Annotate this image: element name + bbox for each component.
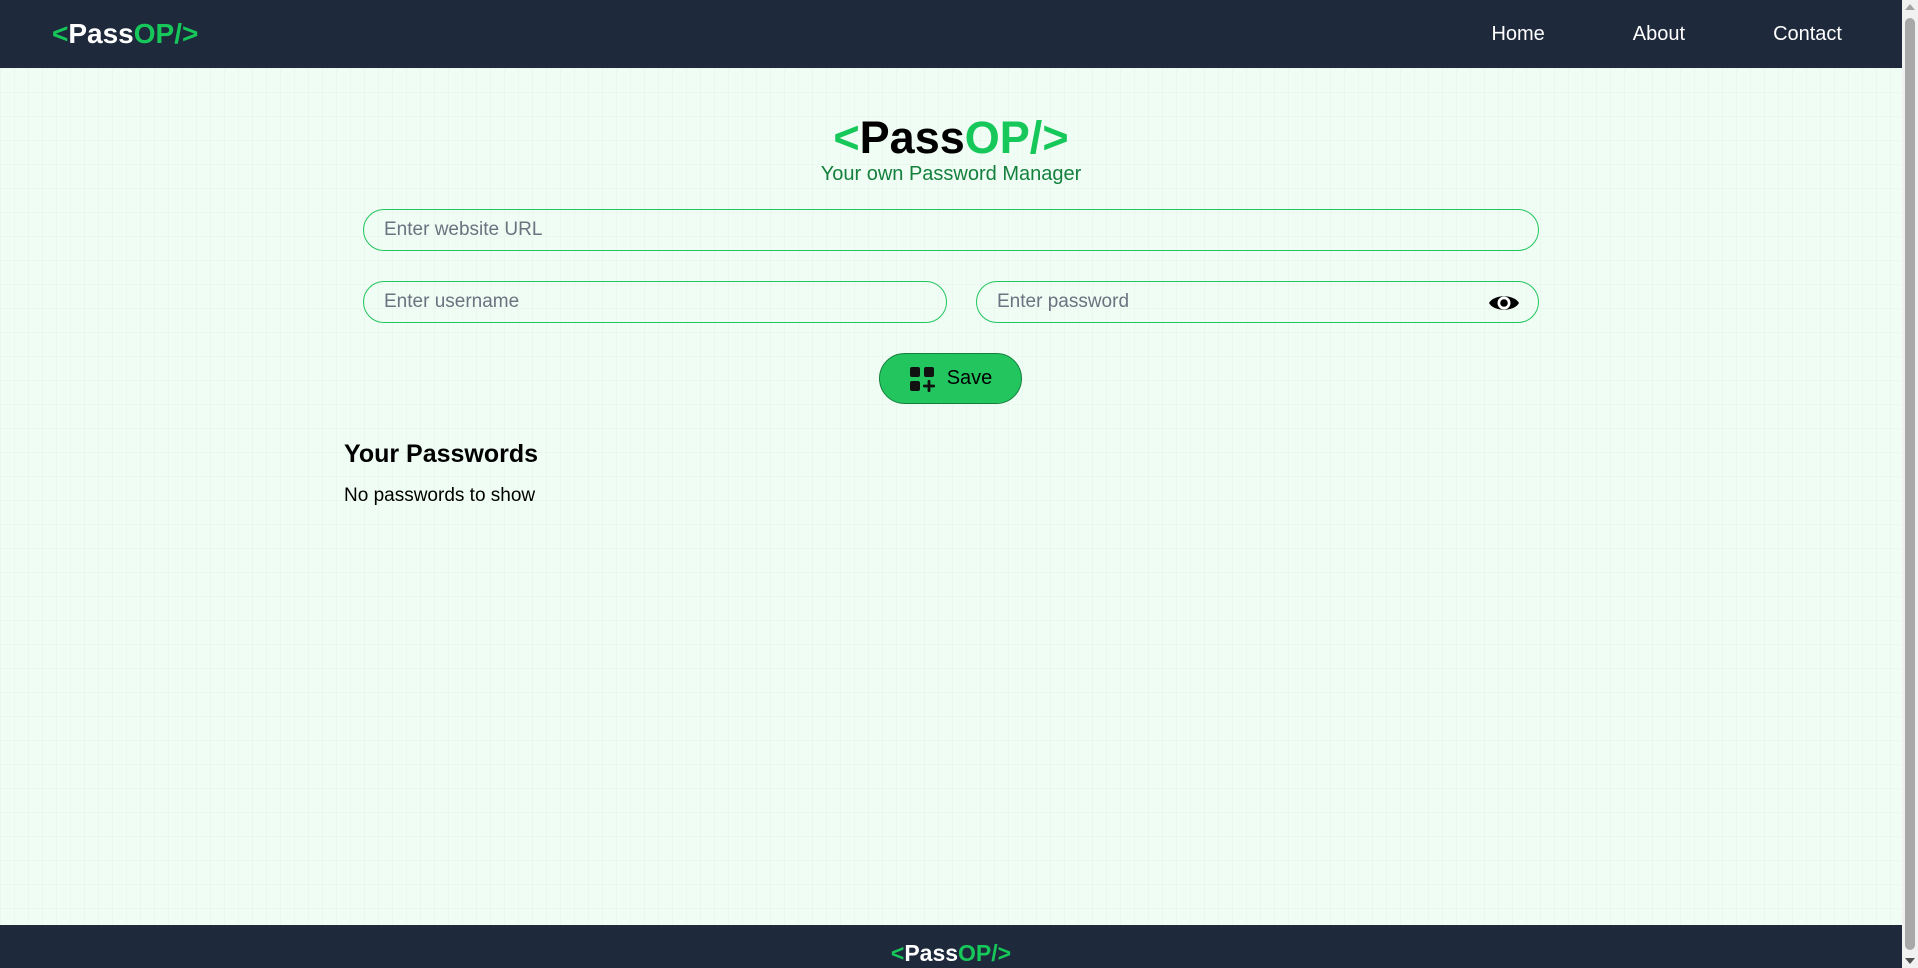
grid-background [0,68,1902,925]
eye-icon[interactable] [1488,291,1520,315]
footer-logo: < Pass OP/ > [891,940,1011,968]
nav-logo[interactable]: < Pass OP/ > [52,18,198,50]
save-button-label: Save [946,367,993,389]
password-input[interactable] [997,291,1518,313]
top-navbar: < Pass OP/ > Home About Contact [0,0,1902,68]
footer-logo-open-bracket: < [890,940,905,966]
save-button[interactable]: Save [879,353,1022,404]
username-field [363,281,947,323]
logo-pass: Pass [68,18,134,49]
grid-plus-icon [909,366,935,392]
logo-op: OP/ [133,18,182,49]
hero-logo-pass: Pass [859,112,965,163]
footer-logo-op: OP/ [958,940,998,966]
hero-logo: < Pass OP/ > [0,112,1902,164]
scroll-down-arrow-icon[interactable] [1905,958,1915,964]
passwords-title: Your Passwords [344,440,539,468]
footer-logo-close-bracket: > [997,940,1012,966]
scroll-thumb[interactable] [1905,18,1915,950]
page: < Pass OP/ > Home About Contact < Pass O… [0,0,1902,968]
vertical-scrollbar[interactable] [1902,0,1918,968]
passwords-empty-text: No passwords to show [344,485,536,506]
website-url-field [363,209,1539,251]
password-field [976,281,1539,323]
logo-close-bracket: > [182,18,199,49]
footer: < Pass OP/ > [0,925,1902,968]
nav-link-contact[interactable]: Contact [1773,23,1842,46]
nav-links: Home About Contact [1491,23,1842,46]
website-url-input[interactable] [384,219,1518,241]
nav-link-about[interactable]: About [1633,23,1685,46]
logo-open-bracket: < [52,18,69,49]
username-input[interactable] [384,291,926,313]
hero-logo-close-bracket: > [1042,112,1069,163]
footer-logo-pass: Pass [904,940,959,966]
hero-subtitle: Your own Password Manager [820,163,1082,185]
hero-logo-op: OP/ [964,112,1043,163]
hero-logo-open-bracket: < [833,112,860,163]
nav-link-home[interactable]: Home [1491,23,1544,46]
scroll-up-arrow-icon[interactable] [1905,4,1915,10]
